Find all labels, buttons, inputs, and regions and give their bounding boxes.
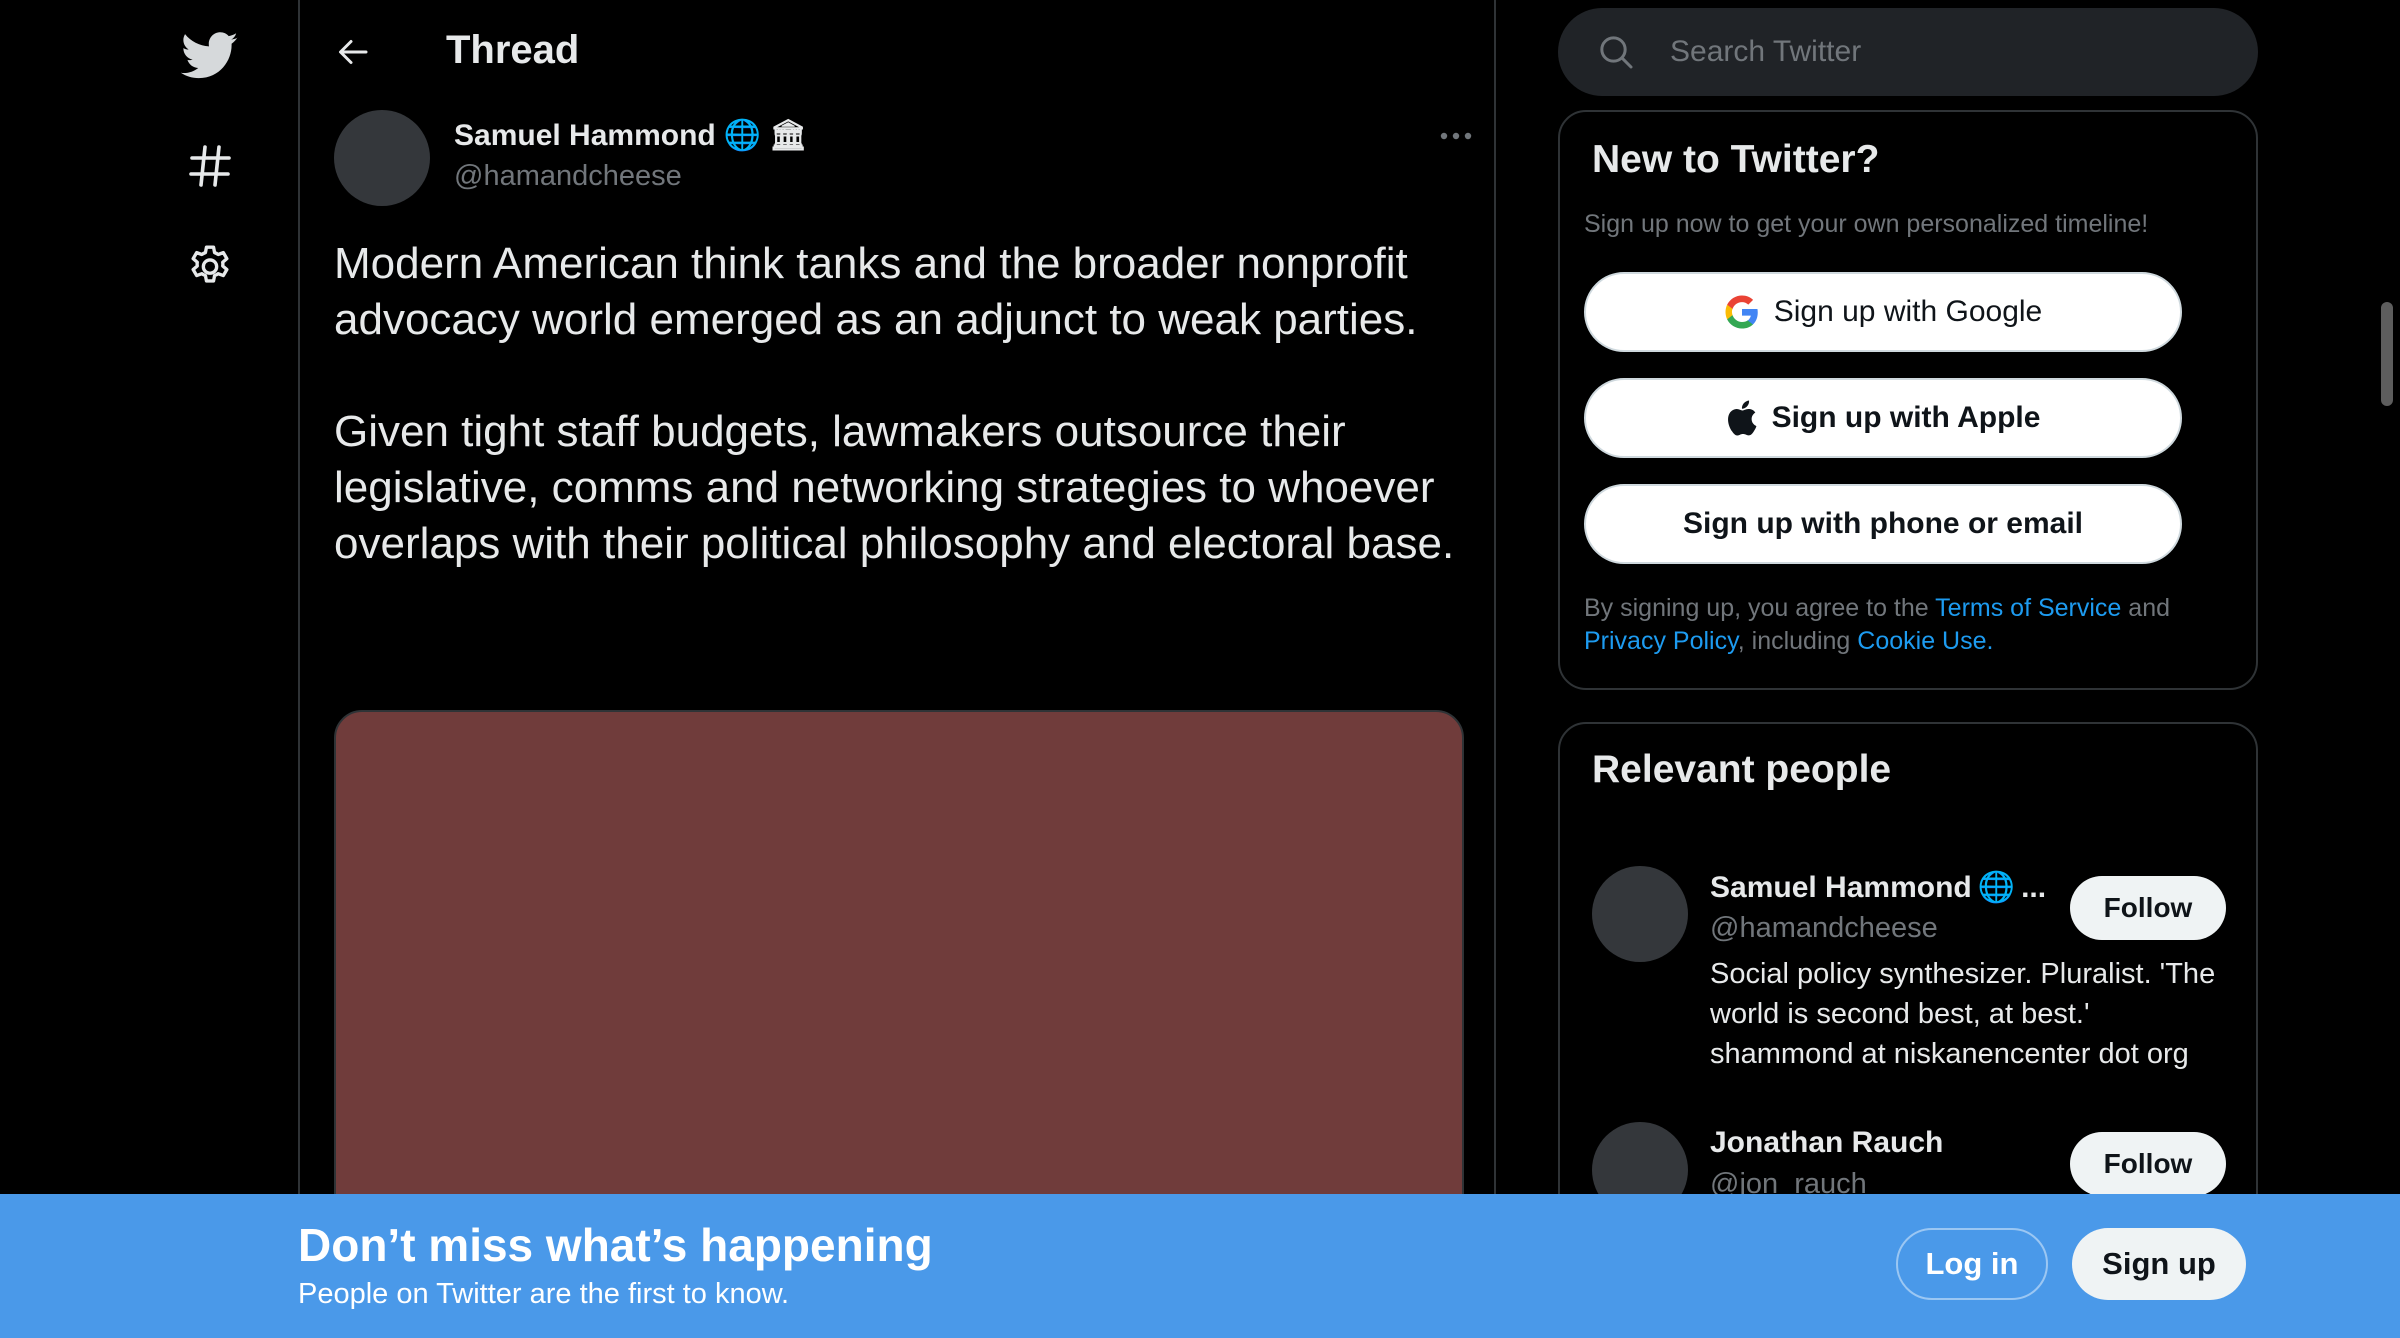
search-box[interactable]	[1558, 8, 2258, 96]
tweet-text: Modern American think tanks and the broa…	[334, 239, 1455, 568]
person-name-text: Samuel Hammond	[1710, 870, 1972, 904]
signup-phone-label: Sign up with phone or email	[1682, 507, 2083, 540]
signup-apple-button[interactable]: Sign up with Apple	[1584, 378, 2182, 458]
twitter-logo-link[interactable]	[160, 6, 260, 106]
app-window: Thread Samuel Hammond 🌐 🏛 @hamandcheese …	[0, 0, 2400, 1338]
legal-including: , including	[1737, 627, 1858, 655]
search-icon	[1600, 36, 1633, 69]
globe-badge-icon: 🌐	[1977, 871, 2016, 904]
apple-logo-icon	[1727, 400, 1756, 436]
back-arrow-icon	[339, 40, 368, 64]
signup-subtitle: Sign up now to get your own personalized…	[1584, 210, 2149, 238]
terms-of-service-link[interactable]: Terms of Service	[1935, 594, 2121, 622]
signup-google-label: Sign up with Google	[1773, 295, 2043, 328]
author-name-text: Samuel Hammond	[454, 118, 716, 152]
banner-title: Don’t miss what’s happening	[298, 1219, 933, 1271]
banner-subtitle: People on Twitter are the first to know.	[298, 1278, 790, 1310]
signup-legal-text: By signing up, you agree to the Terms of…	[1584, 592, 2224, 658]
tweet-author-name[interactable]: Samuel Hammond 🌐 🏛	[454, 118, 807, 153]
signup-card-title: New to Twitter?	[1592, 138, 1880, 181]
hashtag-icon	[189, 145, 231, 187]
avatar[interactable]	[334, 110, 430, 206]
signup-phone-email-button[interactable]: Sign up with phone or email	[1584, 484, 2182, 564]
privacy-policy-link[interactable]: Privacy Policy	[1584, 627, 1738, 655]
tweet-author-handle[interactable]: @hamandcheese	[454, 160, 682, 193]
page-scrollbar[interactable]	[2381, 302, 2393, 406]
more-dots-icon	[1440, 132, 1472, 140]
page-title: Thread	[446, 28, 580, 72]
signup-apple-label: Sign up with Apple	[1771, 401, 2041, 434]
legal-prefix: By signing up, you agree to the	[1584, 594, 1936, 622]
more-options-button[interactable]	[1426, 116, 1486, 156]
follow-button[interactable]: Follow	[2070, 876, 2226, 940]
relevant-people-title: Relevant people	[1592, 748, 1892, 791]
google-logo-icon	[1725, 295, 1758, 329]
twitter-logo-icon	[181, 32, 238, 79]
login-button[interactable]: Log in	[1896, 1228, 2048, 1300]
name-ellipsis: ...	[2021, 870, 2047, 904]
globe-badge-icon: 🌐	[723, 119, 762, 152]
signup-google-button[interactable]: Sign up with Google	[1584, 272, 2182, 352]
thread-column: Thread Samuel Hammond 🌐 🏛 @hamandcheese …	[298, 0, 1496, 1338]
settings-link[interactable]	[160, 217, 260, 317]
institution-badge-icon: 🏛	[769, 119, 808, 152]
search-input[interactable]	[1670, 22, 2230, 82]
signup-button[interactable]: Sign up	[2072, 1228, 2246, 1300]
person-handle[interactable]: @hamandcheese	[1710, 912, 1938, 945]
legal-and: and	[2121, 594, 2171, 622]
signup-card: New to Twitter? Sign up now to get your …	[1558, 110, 2258, 690]
left-nav	[0, 0, 298, 1338]
avatar[interactable]	[1592, 866, 1688, 962]
login-banner: Don’t miss what’s happening People on Tw…	[0, 1194, 2400, 1338]
gear-icon	[191, 245, 229, 283]
person-bio: Social policy synthesizer. Pluralist. 'T…	[1710, 958, 2216, 1070]
person-name[interactable]: Jonathan Rauch	[1710, 1126, 1943, 1160]
person-name[interactable]: Samuel Hammond 🌐 ...	[1710, 870, 2046, 905]
thread-header: Thread	[300, 0, 1494, 104]
back-button[interactable]	[324, 22, 384, 82]
cookie-use-link[interactable]: Cookie Use.	[1857, 627, 1993, 655]
explore-link[interactable]	[160, 116, 260, 216]
follow-button[interactable]: Follow	[2070, 1132, 2226, 1196]
